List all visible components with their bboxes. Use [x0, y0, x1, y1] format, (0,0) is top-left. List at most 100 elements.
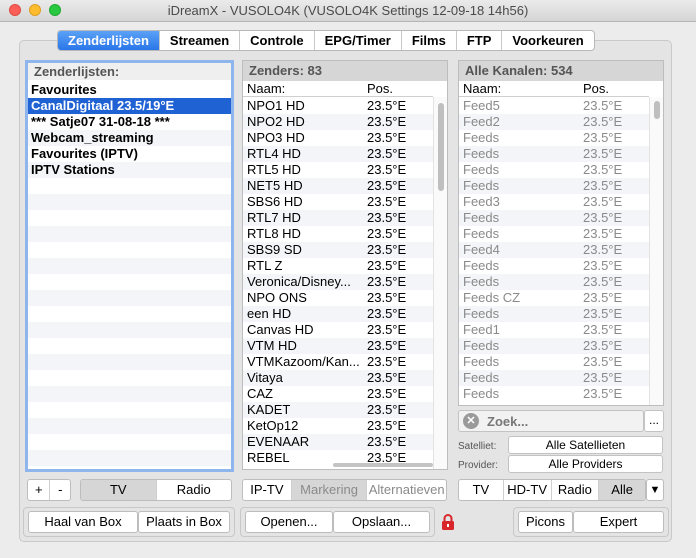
tab-bar: Zenderlijsten Streamen Controle EPG/Time… [57, 30, 595, 51]
tab-voorkeuren[interactable]: Voorkeuren [501, 31, 593, 50]
table-row[interactable]: Canvas HD 23.5°E [243, 322, 433, 338]
tab-controle[interactable]: Controle [239, 31, 313, 50]
bouquet-item[interactable]: Favourites [28, 82, 231, 98]
fetch-from-box-button[interactable]: Haal van Box [28, 511, 138, 533]
table-row[interactable]: Feeds 23.5°E [459, 274, 649, 290]
bouquet-item-selected[interactable]: CanalDigitaal 23.5/19°E [28, 98, 231, 114]
table-row[interactable]: Veronica/Disney... 23.5°E [243, 274, 433, 290]
table-row[interactable]: RTL7 HD 23.5°E [243, 210, 433, 226]
add-bouquet-button[interactable]: + [28, 480, 49, 500]
expert-button[interactable]: Expert [573, 511, 664, 533]
chevron-down-icon[interactable]: ▼ [646, 479, 664, 501]
all-hdtv-button[interactable]: HD-TV [502, 480, 551, 500]
satellite-filter-button[interactable]: Alle Satellieten [508, 436, 663, 454]
all-channels-scroll-thumb[interactable] [654, 101, 660, 119]
channel-position: 23.5°E [367, 258, 407, 273]
table-row[interactable]: Feeds 23.5°E [459, 130, 649, 146]
table-row[interactable]: Feed5 23.5°E [459, 98, 649, 114]
provider-filter-button[interactable]: Alle Providers [508, 455, 663, 473]
table-row[interactable]: Feed1 23.5°E [459, 322, 649, 338]
tab-zenderlijsten[interactable]: Zenderlijsten [58, 31, 159, 50]
table-row[interactable]: RTL4 HD 23.5°E [243, 146, 433, 162]
table-row[interactable]: Feed2 23.5°E [459, 114, 649, 130]
table-row[interactable]: Feeds 23.5°E [459, 226, 649, 242]
column-name[interactable]: Naam: [247, 81, 285, 97]
channel-position: 23.5°E [583, 354, 623, 369]
bouquet-item[interactable]: Webcam_streaming [28, 130, 231, 146]
table-row[interactable]: NPO ONS 23.5°E [243, 290, 433, 306]
table-row[interactable]: NET5 HD 23.5°E [243, 178, 433, 194]
table-row[interactable]: Feed4 23.5°E [459, 242, 649, 258]
table-row[interactable]: KetOp12 23.5°E [243, 418, 433, 434]
table-row[interactable]: Feeds 23.5°E [459, 210, 649, 226]
table-row[interactable]: RTL5 HD 23.5°E [243, 162, 433, 178]
bouquet-item[interactable]: IPTV Stations [28, 162, 231, 178]
place-in-box-button[interactable]: Plaats in Box [138, 511, 230, 533]
channels-horizontal-scrollbar[interactable] [333, 463, 433, 467]
tab-films[interactable]: Films [400, 31, 456, 50]
channel-name: RTL4 HD [247, 146, 301, 161]
channel-name: VTMKazoom/Kan... [247, 354, 360, 369]
table-row[interactable]: Feeds 23.5°E [459, 354, 649, 370]
channel-position: 23.5°E [583, 338, 623, 353]
table-row[interactable]: Feeds 23.5°E [459, 258, 649, 274]
table-row[interactable]: Feeds 23.5°E [459, 178, 649, 194]
table-row[interactable]: Feeds 23.5°E [459, 146, 649, 162]
table-row[interactable]: Feeds 23.5°E [459, 370, 649, 386]
satellite-label: Satelliet: [458, 441, 497, 452]
save-button[interactable]: Opslaan... [333, 511, 430, 533]
picons-button[interactable]: Picons [518, 511, 573, 533]
tab-ftp[interactable]: FTP [455, 31, 502, 50]
search-options-button[interactable]: ... [644, 410, 664, 432]
table-row[interactable]: Feeds 23.5°E [459, 338, 649, 354]
table-row[interactable]: Feeds 23.5°E [459, 386, 649, 402]
all-all-button[interactable]: Alle [598, 480, 645, 500]
column-pos[interactable]: Pos. [583, 81, 609, 97]
remove-bouquet-button[interactable]: - [49, 480, 70, 500]
tv-bouquets-button[interactable]: TV [81, 480, 156, 500]
table-row[interactable]: Vitaya 23.5°E [243, 370, 433, 386]
lock-icon[interactable] [441, 514, 455, 530]
table-row[interactable]: NPO3 HD 23.5°E [243, 130, 433, 146]
table-row[interactable]: RTL Z 23.5°E [243, 258, 433, 274]
all-radio-button[interactable]: Radio [550, 480, 599, 500]
channels-scrollbar[interactable] [433, 97, 447, 469]
table-row[interactable]: CAZ 23.5°E [243, 386, 433, 402]
column-name[interactable]: Naam: [463, 81, 501, 97]
all-channels-column-header: Naam: Pos. [459, 81, 649, 97]
iptv-button[interactable]: IP-TV [243, 480, 291, 500]
table-row[interactable]: een HD 23.5°E [243, 306, 433, 322]
table-row[interactable]: VTM HD 23.5°E [243, 338, 433, 354]
radio-bouquets-button[interactable]: Radio [155, 480, 232, 500]
channel-name: Feeds [463, 258, 500, 273]
channels-scroll-thumb[interactable] [438, 103, 444, 191]
table-row[interactable]: NPO1 HD 23.5°E [243, 98, 433, 114]
channel-position: 23.5°E [367, 386, 407, 401]
table-row[interactable]: SBS6 HD 23.5°E [243, 194, 433, 210]
clear-search-icon[interactable]: ✕ [463, 413, 479, 429]
channel-position: 23.5°E [367, 98, 407, 113]
table-row[interactable]: KADET 23.5°E [243, 402, 433, 418]
channel-name: NPO3 HD [247, 130, 305, 145]
all-tv-button[interactable]: TV [459, 480, 503, 500]
alternatives-button[interactable]: Alternatieven [366, 480, 446, 500]
all-channels-scrollbar[interactable] [649, 97, 663, 405]
open-button[interactable]: Openen... [245, 511, 333, 533]
table-row[interactable]: RTL8 HD 23.5°E [243, 226, 433, 242]
bouquet-item[interactable]: Favourites (IPTV) [28, 146, 231, 162]
table-row[interactable]: Feeds CZ 23.5°E [459, 290, 649, 306]
table-row[interactable]: Feeds 23.5°E [459, 162, 649, 178]
search-input[interactable] [487, 413, 637, 429]
channel-position: 23.5°E [583, 178, 623, 193]
table-row[interactable]: Feed3 23.5°E [459, 194, 649, 210]
tab-streamen[interactable]: Streamen [158, 31, 239, 50]
column-pos[interactable]: Pos. [367, 81, 393, 97]
table-row[interactable]: SBS9 SD 23.5°E [243, 242, 433, 258]
table-row[interactable]: Feeds 23.5°E [459, 306, 649, 322]
tab-epg-timer[interactable]: EPG/Timer [313, 31, 401, 50]
table-row[interactable]: VTMKazoom/Kan... 23.5°E [243, 354, 433, 370]
bouquet-item[interactable]: *** Satje07 31-08-18 *** [28, 114, 231, 130]
table-row[interactable]: EVENAAR 23.5°E [243, 434, 433, 450]
table-row[interactable]: NPO2 HD 23.5°E [243, 114, 433, 130]
marking-button[interactable]: Markering [290, 480, 367, 500]
